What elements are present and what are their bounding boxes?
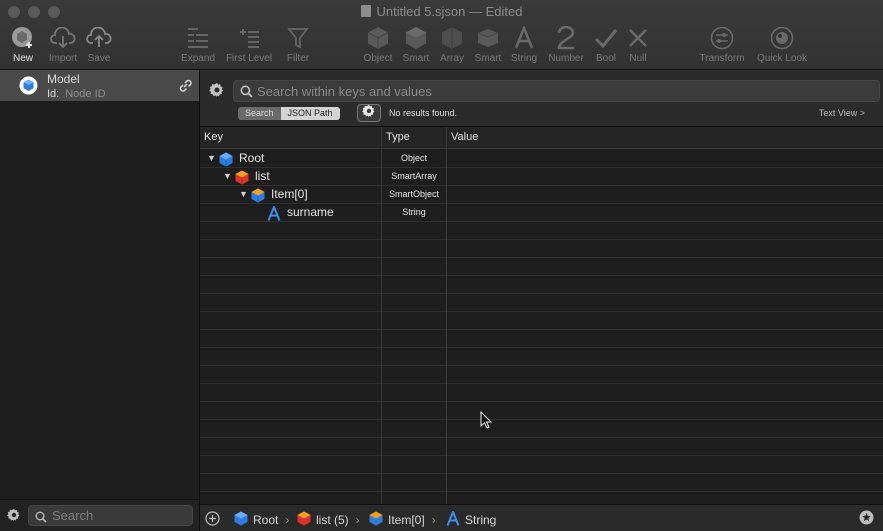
add-object-button[interactable]: Object <box>362 24 394 64</box>
number-two-icon <box>546 24 586 52</box>
string-a-icon <box>267 204 281 224</box>
column-header-value[interactable]: Value <box>451 131 478 143</box>
cloud-download-icon <box>46 24 80 52</box>
model-icon <box>19 76 38 100</box>
add-array-button[interactable]: Array <box>436 24 468 64</box>
model-id-placeholder: Node ID <box>65 88 106 100</box>
link-icon[interactable] <box>178 78 193 98</box>
table-row[interactable]: ▼ list SmartArray <box>200 168 883 186</box>
main-panel: Search JSON Path No results found. Text … <box>200 70 883 531</box>
search-mode-json-path[interactable]: JSON Path <box>280 107 340 120</box>
column-divider[interactable] <box>381 127 382 504</box>
main-search-input[interactable] <box>257 83 857 100</box>
search-mode-search[interactable]: Search <box>238 107 281 120</box>
add-smart-array-button[interactable]: Smart <box>472 24 504 64</box>
model-name: Model <box>47 72 80 86</box>
add-smart-object-button[interactable]: Smart <box>400 24 432 64</box>
breadcrumb-item-string[interactable]: String <box>446 509 496 529</box>
disclosure-triangle-icon[interactable]: ▼ <box>223 171 232 181</box>
row-type: String <box>402 207 426 217</box>
row-type: SmartObject <box>388 189 439 199</box>
row-key: list <box>255 169 270 183</box>
sidebar-search-field[interactable] <box>28 505 193 526</box>
array-cube-icon <box>436 24 468 52</box>
x-mark-icon <box>624 24 652 52</box>
object-cube-icon <box>362 24 394 52</box>
eye-icon <box>754 24 810 52</box>
search-mode-toggle: Search JSON Path <box>238 107 340 120</box>
checkmark-icon <box>592 24 620 52</box>
string-a-icon <box>508 24 540 52</box>
row-key: surname <box>287 205 334 219</box>
new-button[interactable]: New <box>10 24 36 64</box>
string-a-icon <box>446 509 460 529</box>
path-breadcrumb: Root › list (5) › Item[0] › String <box>200 504 883 531</box>
cloud-upload-icon <box>85 24 113 52</box>
row-type: SmartArray <box>391 171 437 181</box>
gear-icon <box>362 104 376 123</box>
add-null-button[interactable]: Null <box>624 24 652 64</box>
smart-object-cube-icon <box>369 511 383 529</box>
json-path-options-button[interactable] <box>357 104 381 122</box>
row-type: Object <box>400 153 427 163</box>
model-id-field[interactable]: Id: Node ID <box>47 88 106 100</box>
disclosure-triangle-icon[interactable]: ▼ <box>207 153 216 163</box>
main-search-field[interactable] <box>233 80 880 102</box>
breadcrumb-item-list[interactable]: list (5) › <box>297 511 360 529</box>
filter-button[interactable]: Filter <box>284 24 312 64</box>
column-divider[interactable] <box>446 127 447 504</box>
search-options-gear-icon[interactable] <box>209 82 225 103</box>
expand-button[interactable]: Expand <box>180 24 216 64</box>
quick-look-button[interactable]: Quick Look <box>754 24 810 64</box>
search-status: No results found. <box>389 108 458 118</box>
window-titlebar: Untitled 5.sjson — Edited New Import Sav… <box>0 0 883 70</box>
smart-object-cube-icon <box>400 24 432 52</box>
mouse-pointer-icon <box>480 410 493 434</box>
smart-array-cube-icon <box>297 511 311 529</box>
first-level-icon <box>224 24 274 52</box>
expand-icon <box>180 24 216 52</box>
search-bar: Search JSON Path No results found. Text … <box>200 70 883 127</box>
table-row[interactable]: ▼ Item[0] SmartObject <box>200 186 883 204</box>
transform-button[interactable]: Transform <box>696 24 748 64</box>
sidebar: Model Id: Node ID <box>0 70 200 531</box>
funnel-icon <box>284 24 312 52</box>
new-icon <box>10 24 36 52</box>
table-row[interactable]: surname String <box>200 204 883 222</box>
add-node-icon[interactable] <box>205 511 220 529</box>
disclosure-triangle-icon[interactable]: ▼ <box>239 189 248 199</box>
table-header: Key Type Value <box>200 127 883 149</box>
sidebar-footer <box>0 499 199 531</box>
save-button[interactable]: Save <box>85 24 113 64</box>
breadcrumb-item-root[interactable]: Root › <box>234 511 289 529</box>
table-row[interactable]: ▼ Root Object <box>200 150 883 168</box>
add-bool-button[interactable]: Bool <box>592 24 620 64</box>
import-button[interactable]: Import <box>46 24 80 64</box>
favorite-star-icon[interactable] <box>859 510 874 528</box>
breadcrumb-item-item0[interactable]: Item[0] › <box>369 511 436 529</box>
object-cube-icon <box>234 511 248 529</box>
row-key: Root <box>239 151 265 165</box>
sidebar-search-input[interactable] <box>52 507 188 524</box>
search-icon <box>35 510 47 528</box>
document-icon <box>360 5 371 17</box>
model-row[interactable]: Model Id: Node ID <box>0 70 199 101</box>
gear-icon[interactable] <box>7 508 21 527</box>
add-number-button[interactable]: Number <box>546 24 586 64</box>
add-string-button[interactable]: String <box>508 24 540 64</box>
first-level-button[interactable]: First Level <box>224 24 274 64</box>
window-title: Untitled 5.sjson — Edited <box>0 4 883 19</box>
column-header-type[interactable]: Type <box>386 131 410 143</box>
smart-array-cube-icon <box>472 24 504 52</box>
transform-sliders-icon <box>696 24 748 52</box>
row-key: Item[0] <box>271 187 308 201</box>
outline-table: ▼ Root Object ▼ list SmartArray ▼ Item[0… <box>200 150 883 504</box>
column-header-key[interactable]: Key <box>204 131 223 143</box>
text-view-link[interactable]: Text View > <box>819 108 865 118</box>
search-icon <box>240 85 253 103</box>
